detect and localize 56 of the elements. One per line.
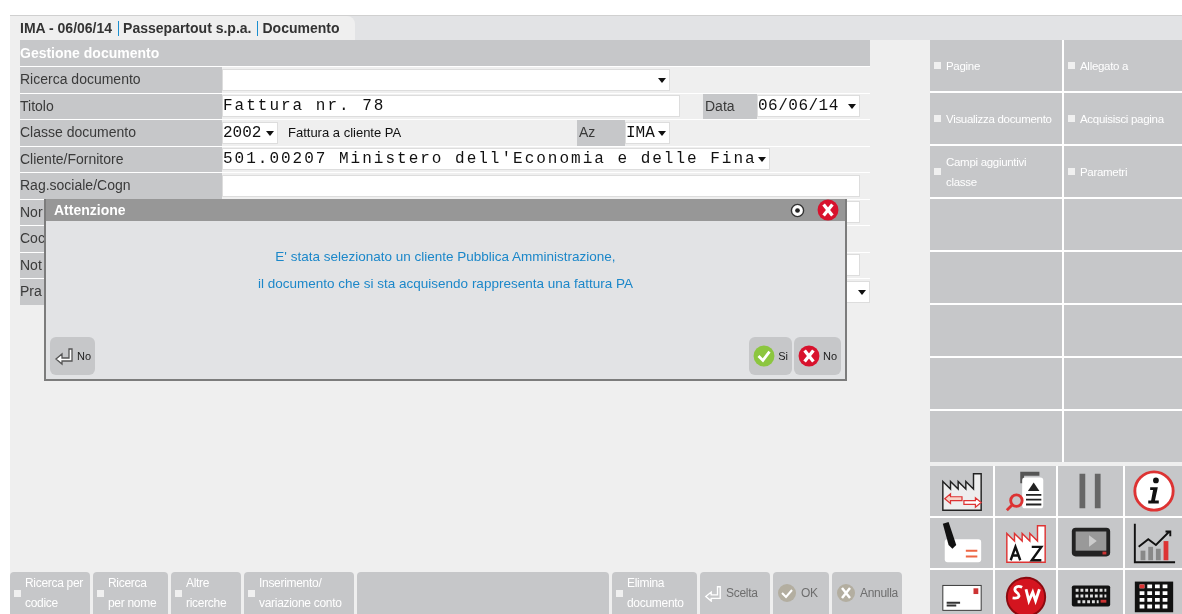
dialog-title: Attenzione bbox=[54, 202, 127, 218]
check-icon bbox=[777, 583, 797, 603]
dropdown-field[interactable]: IMA bbox=[625, 121, 670, 144]
document-tab[interactable]: IMA - 06/06/14 Passepartout s.p.a. Documento bbox=[10, 16, 356, 40]
dropdown-field[interactable] bbox=[222, 68, 670, 91]
menu-tile[interactable]: Parametri bbox=[1064, 146, 1182, 197]
toolbar-tile[interactable] bbox=[995, 570, 1056, 614]
section-header: Gestione documento bbox=[20, 40, 870, 66]
breadcrumb-item: IMA - 06/06/14 bbox=[20, 20, 113, 36]
class-description: Fattura a cliente PA bbox=[288, 125, 403, 141]
field-label: Titolo bbox=[20, 93, 222, 119]
toolbar-tile[interactable] bbox=[1058, 518, 1123, 568]
toolbar-button[interactable]: Ricerca per codice bbox=[10, 572, 90, 614]
breadcrumb-item: Documento bbox=[262, 20, 340, 36]
toolbar-tile[interactable] bbox=[1125, 570, 1182, 614]
toolbar-tile[interactable] bbox=[930, 518, 993, 568]
toolbar-button[interactable]: Inserimento/ variazione conto bbox=[244, 572, 354, 614]
close-icon[interactable] bbox=[817, 199, 839, 221]
no-button[interactable]: No bbox=[50, 337, 96, 375]
toolbar-tile[interactable] bbox=[930, 466, 993, 516]
menu-tile[interactable]: Visualizza documento bbox=[930, 93, 1062, 144]
menu-tile[interactable]: Acquisisci pagina bbox=[1064, 93, 1182, 144]
toolbar-tile[interactable] bbox=[1125, 466, 1182, 516]
toolbar-tile[interactable] bbox=[930, 570, 993, 614]
toolbar-tile[interactable] bbox=[1125, 518, 1182, 568]
field-label: Cliente/Fornitore bbox=[20, 146, 222, 172]
date-field[interactable]: 06/06/14 bbox=[757, 95, 860, 118]
radio-icon[interactable] bbox=[790, 202, 805, 218]
toolbar-button[interactable]: Altre ricerche bbox=[171, 572, 241, 614]
dropdown-field[interactable]: 2002 bbox=[222, 121, 278, 144]
field-label: Data bbox=[703, 93, 757, 119]
info-icon bbox=[1130, 468, 1177, 514]
dropdown-field[interactable]: 501.00207 Ministero dell'Economia e delle Fina bbox=[222, 148, 770, 171]
input-field[interactable]: Fattura nr. 78 bbox=[222, 95, 680, 118]
field-label: Ricerca documento bbox=[20, 67, 222, 93]
input-field[interactable] bbox=[222, 174, 860, 197]
toolbar-tile[interactable] bbox=[1058, 570, 1123, 614]
toolbar-tile[interactable] bbox=[1058, 466, 1123, 516]
enter-icon bbox=[54, 346, 74, 366]
menu-tile[interactable]: Pagine bbox=[930, 40, 1062, 91]
toolbar-tile[interactable] bbox=[995, 518, 1056, 568]
cancel-icon bbox=[797, 345, 820, 367]
dialog-message: il documento che si sta acquisendo rappresenta una fattura PA bbox=[258, 276, 633, 291]
dialog-message: E' stata selezionato un cliente Pubblica Amministrazione, bbox=[275, 249, 616, 264]
breadcrumb-item: Passepartout s.p.a. bbox=[123, 20, 252, 36]
toolbar-tile[interactable] bbox=[995, 466, 1056, 516]
toolbar-button[interactable]: Elimina documento bbox=[612, 572, 697, 614]
enter-icon bbox=[704, 584, 722, 602]
yes-button[interactable]: Si bbox=[749, 337, 792, 375]
field-label: Classe documento bbox=[20, 120, 222, 146]
cancel-icon bbox=[836, 583, 856, 603]
no-button[interactable]: No bbox=[793, 337, 841, 375]
check-icon bbox=[753, 345, 776, 367]
toolbar-button[interactable]: Ricerca per nome bbox=[93, 572, 168, 614]
field-label: Rag.sociale/Cogn bbox=[20, 173, 222, 199]
field-label: Az bbox=[577, 120, 625, 146]
